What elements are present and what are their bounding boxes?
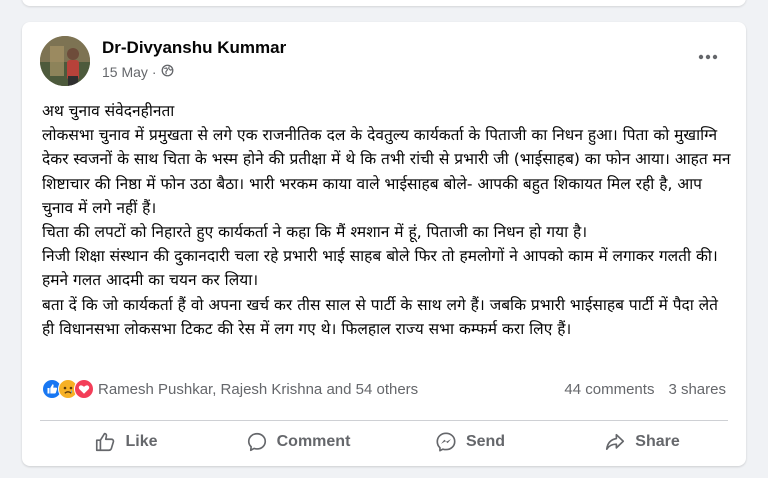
- love-reaction-icon: [74, 379, 94, 399]
- post-date[interactable]: 15 May: [102, 64, 148, 80]
- like-icon: [96, 432, 115, 452]
- send-button[interactable]: Send: [384, 422, 556, 462]
- avatar[interactable]: [40, 36, 90, 86]
- comment-label: Comment: [276, 433, 351, 450]
- send-label: Send: [465, 433, 506, 450]
- like-button[interactable]: Like: [40, 422, 212, 462]
- more-options-icon[interactable]: [690, 42, 726, 72]
- shares-count[interactable]: 3 shares: [668, 381, 726, 398]
- like-label: Like: [125, 433, 158, 450]
- reaction-names[interactable]: Ramesh Pushkar, Rajesh Krishna and 54 ot…: [98, 381, 418, 398]
- separator-dot: ·: [151, 64, 157, 80]
- divider: [40, 420, 728, 421]
- reactions-summary[interactable]: Ramesh Pushkar, Rajesh Krishna and 54 ot…: [42, 379, 418, 399]
- reaction-icons: [42, 379, 94, 399]
- post-card: Dr-Divyanshu Kummar 15 May · अथ चुनाव सं…: [22, 22, 746, 466]
- share-button[interactable]: Share: [556, 422, 728, 462]
- comments-count[interactable]: 44 comments: [564, 381, 654, 398]
- share-label: Share: [635, 433, 680, 450]
- post-text: अथ चुनाव संवेदनहीनता लोकसभा चुनाव में प्…: [42, 102, 731, 338]
- post-stats: 44 comments 3 shares: [550, 381, 726, 398]
- post-meta: 15 May ·: [102, 64, 174, 80]
- comment-button[interactable]: Comment: [212, 422, 384, 462]
- author-name[interactable]: Dr-Divyanshu Kummar: [102, 38, 286, 58]
- share-icon: [606, 433, 625, 450]
- previous-post-card: [22, 0, 746, 6]
- globe-icon[interactable]: [161, 64, 174, 80]
- messenger-icon: [436, 432, 456, 452]
- action-bar: Like Comment Send Share: [40, 422, 728, 462]
- comment-icon: [247, 432, 266, 452]
